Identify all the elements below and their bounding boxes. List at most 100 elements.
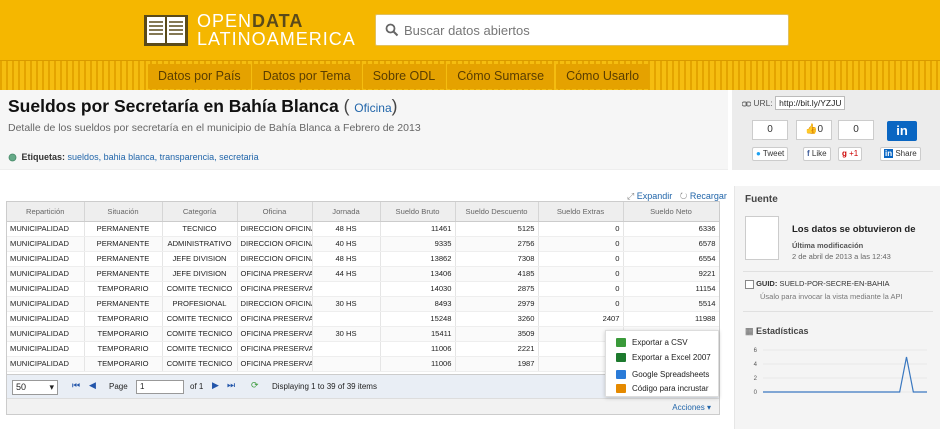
- table-cell: 2979: [455, 296, 539, 312]
- like-count: 👍0: [796, 120, 832, 140]
- column-header[interactable]: Oficina: [237, 202, 313, 222]
- like-button[interactable]: f Like: [803, 147, 831, 161]
- menu-export-excel[interactable]: Exportar a Excel 2007: [616, 352, 711, 364]
- first-page-icon[interactable]: ⏮: [72, 380, 80, 391]
- search-input[interactable]: [404, 19, 774, 41]
- nav-como-sumarse[interactable]: Cómo Sumarse: [447, 64, 555, 89]
- refresh-icon[interactable]: ⟳: [251, 380, 259, 391]
- modified-label: Última modificación: [792, 241, 864, 250]
- top-header: OPENDATA LATINOAMERICA: [0, 0, 940, 60]
- thumbs-up-icon: 👍: [804, 124, 818, 135]
- stats-heading: ▦ Estadísticas: [745, 326, 809, 336]
- table-row[interactable]: MUNICIPALIDAD TEMPORARIO COMITE TECNICO OFI…: [7, 311, 719, 327]
- linkedin-logo-icon: in: [887, 121, 917, 141]
- table-cell: 14030: [380, 281, 456, 297]
- table-cell: MUNICIPALIDAD: [7, 251, 85, 267]
- next-page-icon[interactable]: ▶: [212, 380, 219, 391]
- menu-embed-code[interactable]: Código para incrustar: [616, 383, 708, 395]
- table-cell: COMITE TECNICO: [162, 341, 238, 357]
- chevron-down-icon: ▾: [49, 382, 54, 392]
- page-title: Sueldos por Secretaría en Bahía Blanca (…: [8, 96, 398, 116]
- last-page-icon[interactable]: ⏭: [227, 380, 235, 391]
- menu-google-spreadsheets[interactable]: Google Spreadsheets: [616, 369, 709, 381]
- per-page-select[interactable]: 50 ▾: [12, 380, 58, 395]
- table-row[interactable]: MUNICIPALIDAD PERMANENTE TECNICO DIRECCION …: [7, 221, 719, 237]
- table-cell: [312, 341, 381, 357]
- tag-icon: [8, 153, 17, 162]
- table-cell: 0: [538, 251, 624, 267]
- short-url-field[interactable]: http://bit.ly/YZJU: [775, 96, 846, 110]
- table-cell: TEMPORARIO: [84, 356, 163, 372]
- column-header[interactable]: Sueldo Bruto: [380, 202, 456, 222]
- table-cell: MUNICIPALIDAD: [7, 341, 85, 357]
- tags-row: Etiquetas: sueldos, bahia blanca, transp…: [8, 152, 259, 162]
- document-icon: [745, 216, 779, 260]
- column-header[interactable]: Jornada: [312, 202, 381, 222]
- logo-text-line2: LATINOAMERICA: [197, 29, 356, 49]
- table-cell: JEFE DIVISION: [162, 251, 238, 267]
- gplus-button[interactable]: g +1: [838, 147, 863, 161]
- share-panel: URL: http://bit.ly/YZJU 0 👍0 0 in ● Twee…: [732, 90, 940, 170]
- tweet-count: 0: [752, 120, 788, 140]
- table-row[interactable]: MUNICIPALIDAD PERMANENTE JEFE DIVISION DIRE…: [7, 251, 719, 267]
- table-cell: 11006: [380, 356, 456, 372]
- table-cell: [312, 356, 381, 372]
- table-cell: 6336: [623, 221, 719, 237]
- table-cell: 2756: [455, 236, 539, 252]
- table-cell: MUNICIPALIDAD: [7, 266, 85, 282]
- page-input[interactable]: 1: [136, 380, 184, 394]
- column-header[interactable]: Sueldo Extras: [538, 202, 624, 222]
- column-header[interactable]: Sueldo Neto: [623, 202, 719, 222]
- column-header[interactable]: Categoría: [162, 202, 238, 222]
- actions-menu: Exportar a CSV Exportar a Excel 2007 Goo…: [605, 330, 719, 397]
- org-link[interactable]: Oficina: [354, 101, 391, 115]
- table-cell: MUNICIPALIDAD: [7, 281, 85, 297]
- table-row[interactable]: MUNICIPALIDAD PERMANENTE ADMINISTRATIVO DIR…: [7, 236, 719, 252]
- stats-chart: 6 4 2 0: [754, 348, 927, 396]
- search-icon: [385, 23, 399, 37]
- nav-datos-por-tema[interactable]: Datos por Tema: [252, 64, 361, 89]
- table-cell: 9221: [623, 266, 719, 282]
- page-label: Page: [109, 382, 128, 391]
- column-header[interactable]: Sueldo Descuento: [455, 202, 539, 222]
- table-cell: 13406: [380, 266, 456, 282]
- table-row[interactable]: MUNICIPALIDAD PERMANENTE PROFESIONAL DIRECC…: [7, 296, 719, 312]
- table-cell: OFICINA PRESERVA: [237, 326, 313, 342]
- table-cell: PERMANENTE: [84, 296, 163, 312]
- reload-link[interactable]: Recargar: [690, 191, 727, 201]
- table-cell: MUNICIPALIDAD: [7, 236, 85, 252]
- logo-text-line1: OPENDATA: [197, 11, 304, 31]
- short-url: URL: http://bit.ly/YZJU: [741, 96, 846, 110]
- tags-links[interactable]: sueldos, bahia blanca, transparencia, se…: [68, 152, 259, 162]
- table-cell: JEFE DIVISION: [162, 266, 238, 282]
- table-row[interactable]: MUNICIPALIDAD TEMPORARIO COMITE TECNICO OFI…: [7, 281, 719, 297]
- table-cell: 0: [538, 296, 624, 312]
- table-cell: TEMPORARIO: [84, 326, 163, 342]
- table-cell: OFICINA PRESERVA: [237, 356, 313, 372]
- nav-datos-por-pais[interactable]: Datos por País: [148, 64, 251, 89]
- nav-sobre-odl[interactable]: Sobre ODL: [362, 64, 446, 89]
- table-cell: OFICINA PRESERVA: [237, 266, 313, 282]
- column-header[interactable]: Repartición: [7, 202, 85, 222]
- table-cell: MUNICIPALIDAD: [7, 326, 85, 342]
- main-nav: Datos por País Datos por Tema Sobre ODL …: [0, 60, 940, 90]
- search-box: [375, 14, 789, 46]
- actions-button[interactable]: Acciones ▾: [672, 403, 711, 412]
- menu-export-csv[interactable]: Exportar a CSV: [616, 337, 688, 349]
- expand-link[interactable]: Expandir: [637, 191, 673, 201]
- column-header[interactable]: Situación: [84, 202, 163, 222]
- gplus-count: 0: [838, 120, 874, 140]
- table-cell: OFICINA PRESERVA: [237, 341, 313, 357]
- linkedin-share-button[interactable]: in Share: [880, 147, 921, 161]
- table-cell: 2875: [455, 281, 539, 297]
- table-cell: 0: [538, 266, 624, 282]
- guid-subtext: Úsalo para invocar la vista mediante la …: [760, 292, 903, 301]
- table-cell: 3509: [455, 326, 539, 342]
- tweet-button[interactable]: ● Tweet: [752, 147, 789, 161]
- table-row[interactable]: MUNICIPALIDAD PERMANENTE JEFE DIVISION OFIC…: [7, 266, 719, 282]
- table-cell: TEMPORARIO: [84, 281, 163, 297]
- nav-como-usarlo[interactable]: Cómo Usarlo: [556, 64, 650, 89]
- table-cell: TEMPORARIO: [84, 311, 163, 327]
- site-logo[interactable]: OPENDATA LATINOAMERICA: [143, 11, 355, 51]
- prev-page-icon[interactable]: ◀: [89, 380, 96, 391]
